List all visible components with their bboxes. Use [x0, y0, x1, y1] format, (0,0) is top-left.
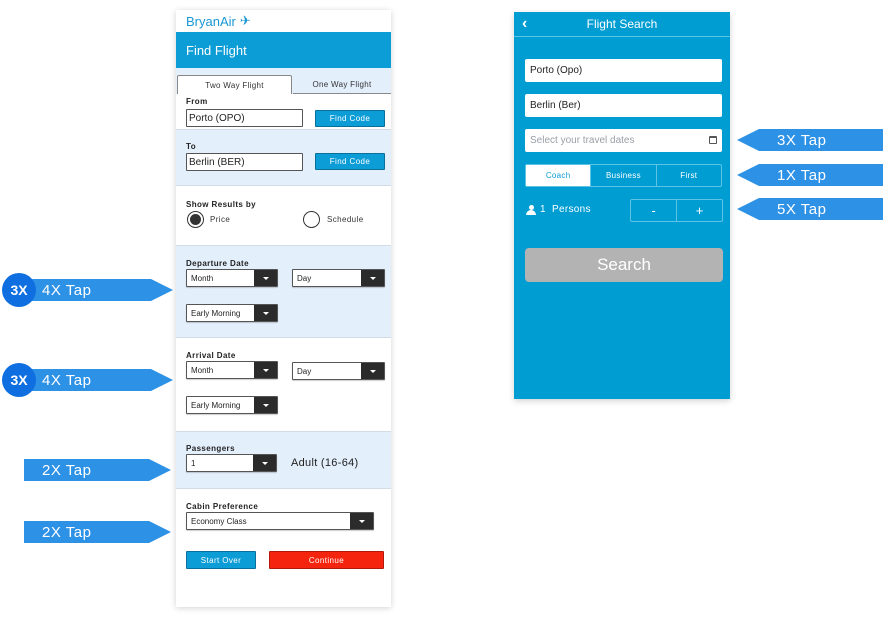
arrival-time-select[interactable]: Early Morning [186, 396, 278, 414]
arrival-time-value: Early Morning [191, 400, 241, 410]
from-section: From Porto (OPO) Find Code [176, 94, 391, 130]
tab-two-way[interactable]: Two Way Flight [177, 75, 292, 94]
chevron-down-icon [254, 270, 277, 286]
departure-section: Departure Date Month Day Early Morning [176, 246, 391, 338]
annotation-badge: 3X [2, 363, 36, 397]
arrival-month-value: Month [191, 365, 214, 375]
to-label: To [186, 142, 196, 151]
bryanair-find-flight-screen: BryanAir ✈ Find Flight Two Way Flight On… [176, 10, 391, 607]
class-coach[interactable]: Coach [526, 165, 591, 186]
passenger-type-label: Adult (16-64) [291, 457, 359, 469]
departure-time-value: Early Morning [191, 308, 241, 318]
decrement-button[interactable]: - [631, 200, 676, 221]
page-title: Find Flight [176, 32, 391, 68]
persons-label: Persons [552, 204, 591, 215]
passengers-value: 1 [191, 458, 196, 468]
flight-type-tabs: Two Way Flight One Way Flight [176, 68, 391, 94]
to-section: To Berlin (BER) Find Code [176, 130, 391, 186]
radio-schedule-label: Schedule [327, 215, 364, 224]
cabin-label: Cabin Preference [186, 502, 259, 511]
class-business[interactable]: Business [590, 165, 655, 186]
departure-month-value: Month [191, 273, 214, 283]
show-results-label: Show Results by [186, 200, 257, 209]
passengers-select[interactable]: 1 [186, 454, 277, 472]
calendar-icon [709, 136, 717, 144]
to-input[interactable]: Berlin (Ber) [525, 94, 722, 117]
chevron-down-icon [254, 362, 277, 378]
chevron-down-icon [361, 363, 384, 379]
start-over-button[interactable]: Start Over [186, 551, 256, 569]
brand-logo: BryanAir ✈ [176, 10, 391, 32]
chevron-down-icon [361, 270, 384, 286]
travel-dates-placeholder: Select your travel dates [530, 135, 635, 146]
cabin-section: Cabin Preference Economy Class Start Ove… [176, 489, 391, 593]
brand-name: BryanAir [186, 13, 236, 29]
radio-selected-dot [190, 214, 201, 225]
from-find-code-button[interactable]: Find Code [315, 110, 385, 127]
chevron-down-icon [254, 397, 277, 413]
flight-search-screen: ‹ Flight Search Porto (Opo) Berlin (Ber)… [514, 12, 730, 399]
class-selector: Coach Business First [525, 164, 722, 187]
departure-month-select[interactable]: Month [186, 269, 278, 287]
from-label: From [186, 97, 208, 106]
radio-price[interactable] [187, 211, 204, 228]
class-first[interactable]: First [655, 165, 721, 186]
to-input[interactable]: Berlin (BER) [186, 153, 303, 171]
persons-count: 1 [540, 204, 546, 215]
arrival-day-value: Day [297, 366, 312, 376]
passengers-section: Passengers 1 Adult (16-64) [176, 432, 391, 489]
annotation-persons-taps: 5X Tap [737, 198, 883, 220]
annotation-cabin-taps: 2X Tap [24, 521, 171, 543]
from-input[interactable]: Porto (OPO) [186, 109, 303, 127]
arrival-label: Arrival Date [186, 351, 236, 360]
radio-schedule[interactable] [303, 211, 320, 228]
chevron-left-icon[interactable]: ‹ [522, 15, 527, 33]
continue-button[interactable]: Continue [269, 551, 384, 569]
persons-stepper: - + [630, 199, 723, 222]
annotation-departure-taps: 4X Tap [18, 279, 173, 301]
annotation-arrival-taps: 4X Tap [18, 369, 173, 391]
persons-display: 1 Persons [526, 204, 591, 215]
airplane-icon: ✈ [239, 13, 251, 28]
chevron-down-icon [253, 455, 276, 471]
arrival-month-select[interactable]: Month [186, 361, 278, 379]
annotation-dates-taps: 3X Tap [737, 129, 883, 151]
search-button[interactable]: Search [525, 248, 723, 282]
departure-time-select[interactable]: Early Morning [186, 304, 278, 322]
travel-dates-input[interactable]: Select your travel dates [525, 129, 722, 152]
annotation-passengers-taps: 2X Tap [24, 459, 171, 481]
increment-button[interactable]: + [676, 200, 722, 221]
arrival-section: Arrival Date Month Day Early Morning [176, 338, 391, 432]
to-find-code-button[interactable]: Find Code [315, 153, 385, 170]
cabin-select[interactable]: Economy Class [186, 512, 374, 530]
departure-label: Departure Date [186, 259, 249, 268]
chevron-down-icon [350, 513, 373, 529]
page-title: Flight Search [586, 17, 658, 31]
annotation-badge: 3X [2, 273, 36, 307]
person-icon [526, 204, 536, 215]
tab-one-way[interactable]: One Way Flight [293, 76, 391, 94]
departure-day-value: Day [297, 273, 312, 283]
passengers-label: Passengers [186, 444, 235, 453]
from-input[interactable]: Porto (Opo) [525, 59, 722, 82]
header-bar: ‹ Flight Search [514, 12, 730, 37]
show-results-section: Show Results by Price Schedule [176, 186, 391, 246]
radio-price-label: Price [210, 215, 231, 224]
chevron-down-icon [254, 305, 277, 321]
annotation-class-taps: 1X Tap [737, 164, 883, 186]
cabin-value: Economy Class [191, 516, 247, 526]
departure-day-select[interactable]: Day [292, 269, 385, 287]
arrival-day-select[interactable]: Day [292, 362, 385, 380]
